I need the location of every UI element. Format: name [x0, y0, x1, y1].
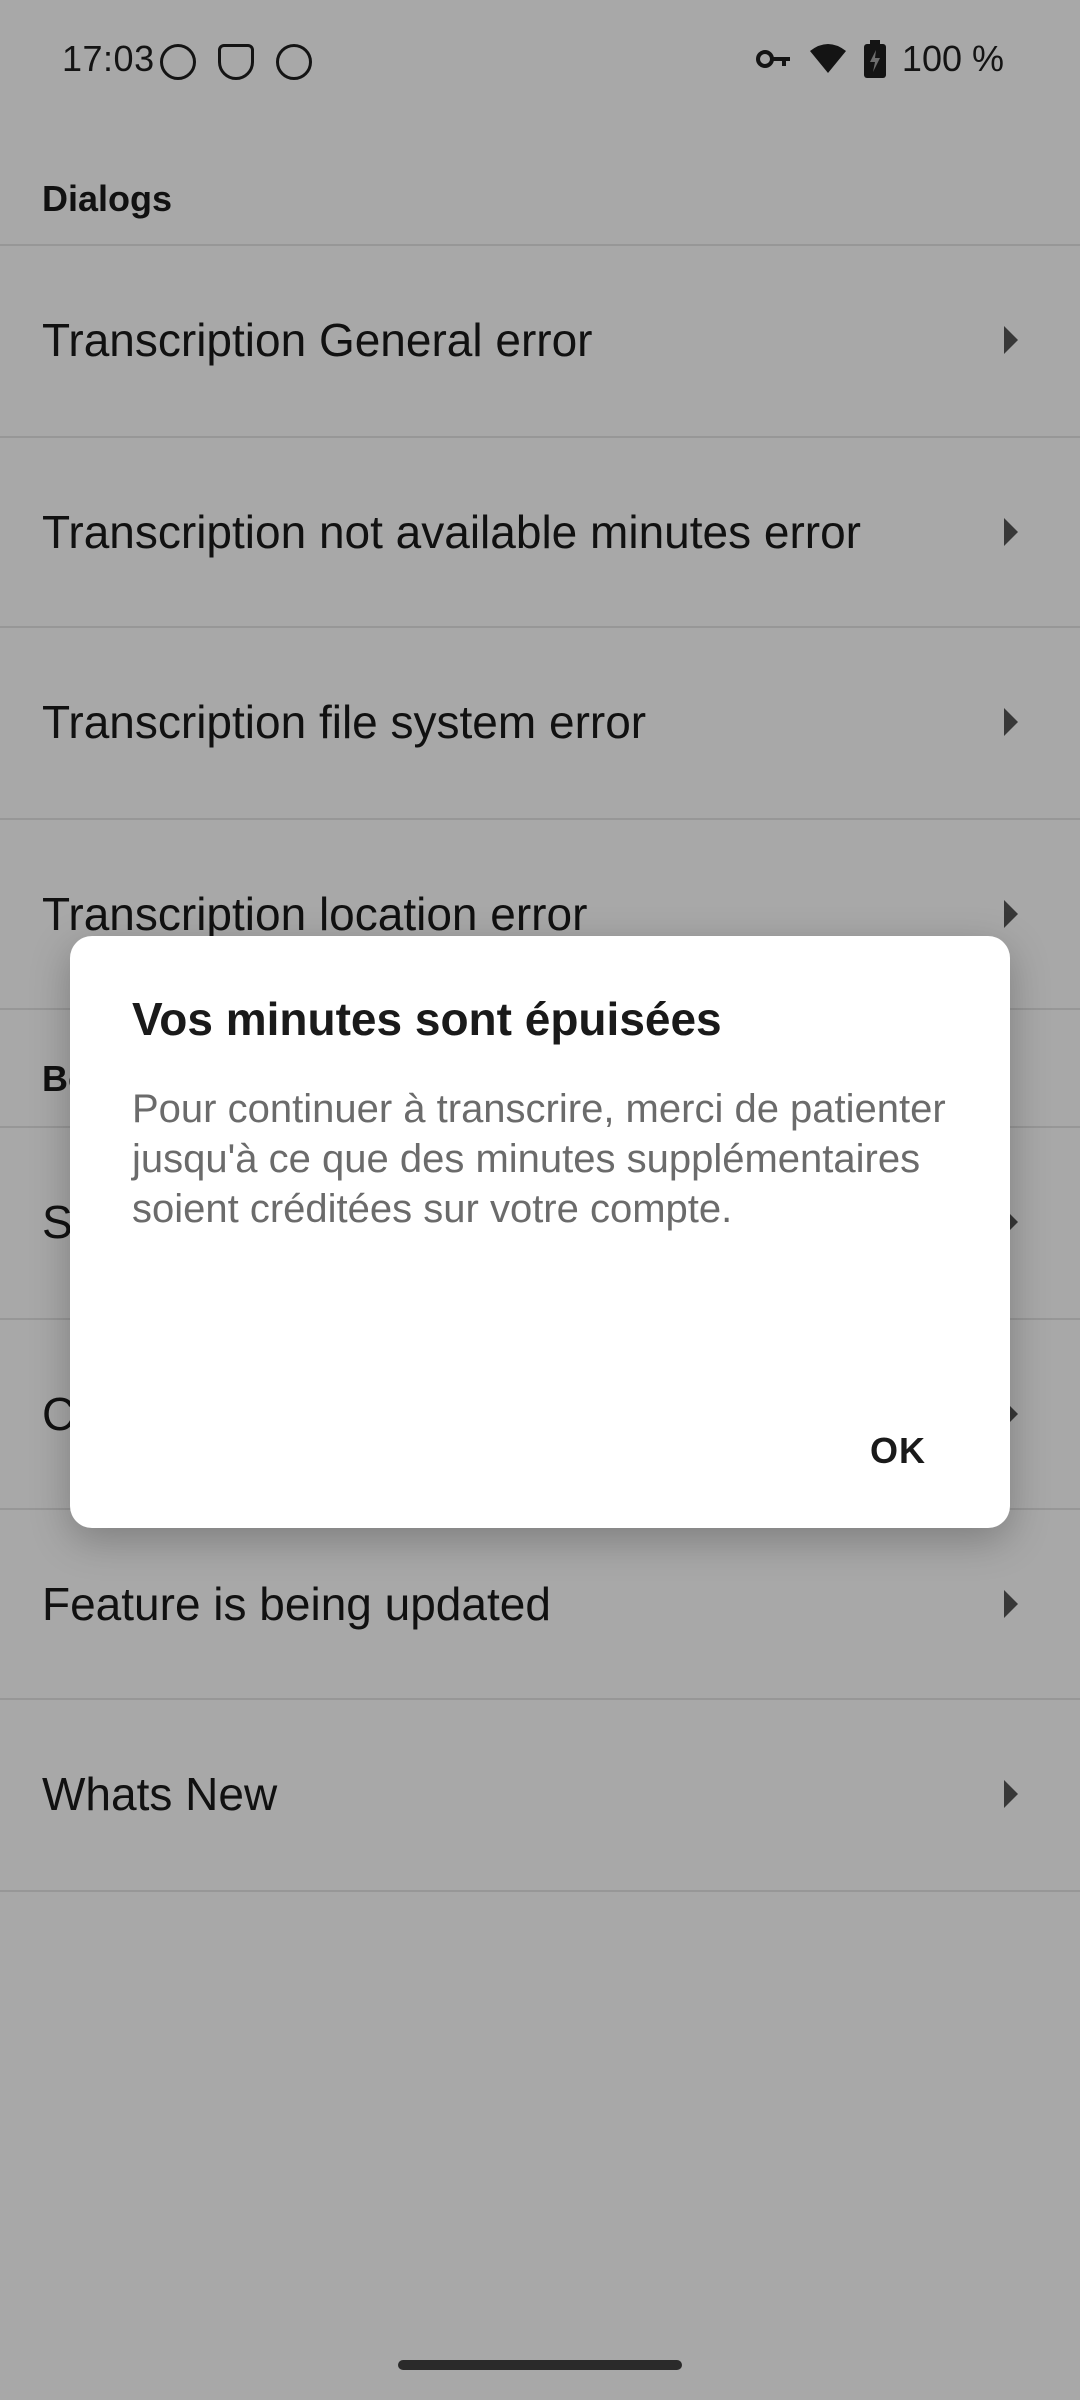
- minutes-exhausted-dialog: Vos minutes sont épuisées Pour continuer…: [70, 936, 1010, 1528]
- ok-button[interactable]: OK: [858, 1418, 938, 1484]
- home-gesture-handle[interactable]: [398, 2360, 682, 2370]
- dialog-title: Vos minutes sont épuisées: [132, 993, 722, 1045]
- dialog-message: Pour continuer à transcrire, merci de pa…: [132, 1087, 946, 1231]
- navigation-bar: [0, 2332, 1080, 2400]
